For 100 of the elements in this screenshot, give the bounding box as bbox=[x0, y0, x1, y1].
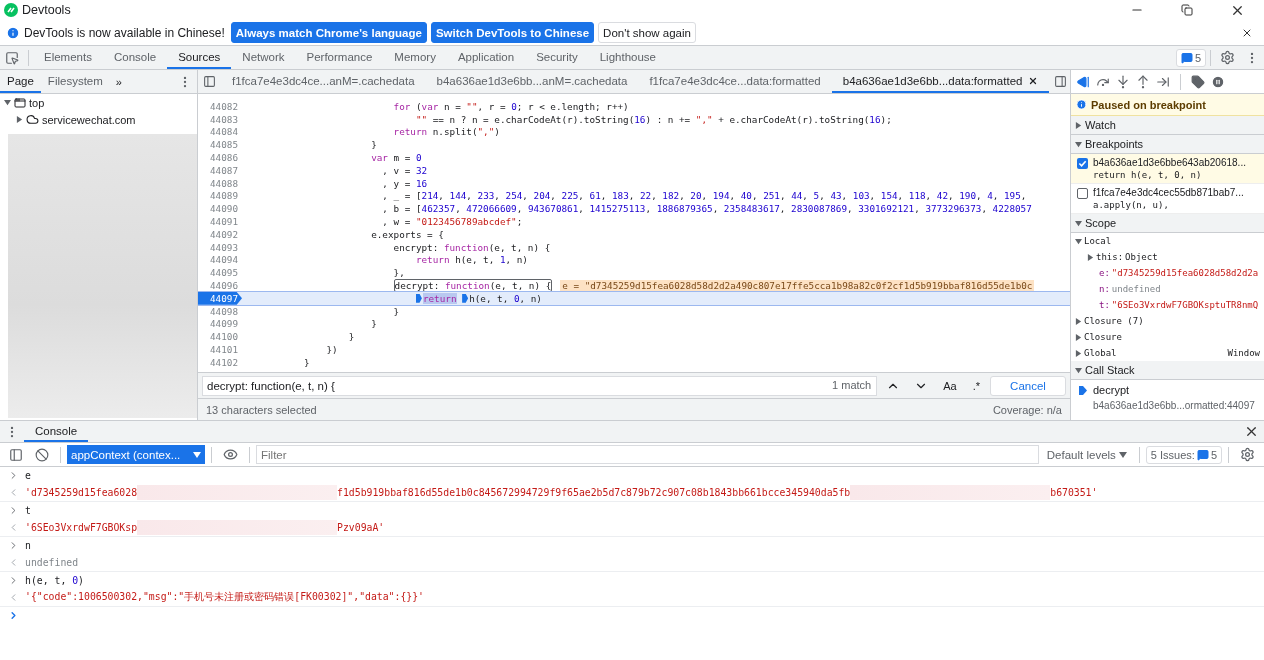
tree-item[interactable]: servicewechat.com bbox=[0, 111, 197, 128]
expanded-triangle-icon[interactable] bbox=[1075, 140, 1082, 148]
infobar-button[interactable]: Switch DevTools to Chinese bbox=[430, 22, 595, 43]
code-line: return h(e, t, 0, n) bbox=[248, 292, 542, 304]
line-number: 44082 bbox=[209, 100, 239, 113]
breakpoint-file: f1fca7e4e3dc4cec55db871bab7... bbox=[1093, 187, 1244, 198]
restore-icon[interactable] bbox=[1181, 4, 1193, 16]
issues-badge[interactable]: 5 bbox=[1175, 48, 1206, 67]
navigator-tab[interactable]: Filesystem bbox=[40, 70, 110, 93]
issues-button[interactable]: 5 Issues: 5 bbox=[1145, 445, 1222, 464]
scope-variable[interactable]: e: "d7345259d15fea6028d58d2d2a bbox=[1071, 265, 1264, 281]
collapsed-triangle-icon[interactable] bbox=[1075, 317, 1082, 325]
collapsed-triangle-icon[interactable] bbox=[1087, 253, 1094, 261]
expanded-triangle-icon[interactable] bbox=[1075, 237, 1082, 245]
collapsed-triangle-icon[interactable] bbox=[16, 116, 23, 123]
tree-item[interactable]: top bbox=[0, 94, 197, 111]
line-number: 44101 bbox=[209, 343, 239, 356]
deactivate-breakpoints-icon[interactable] bbox=[1191, 74, 1205, 89]
more-tabs-button[interactable]: » bbox=[109, 75, 128, 88]
step-out-icon[interactable] bbox=[1136, 74, 1150, 89]
filter-field[interactable]: Filter bbox=[256, 445, 1039, 464]
context-select[interactable]: appContext (contex... bbox=[67, 445, 205, 464]
prompt-icon[interactable] bbox=[8, 610, 19, 622]
code-line: } bbox=[392, 305, 400, 317]
result-text: '{"code":1006500302,"msg":"手机号未注册或密码错误[FK00302]","data":{}}' bbox=[25, 591, 424, 605]
code-line: } bbox=[347, 331, 355, 343]
pause-icon[interactable] bbox=[1211, 74, 1225, 89]
panel-tab[interactable]: Memory bbox=[383, 46, 447, 69]
panel-tab[interactable]: Network bbox=[231, 46, 296, 69]
expanded-triangle-icon[interactable] bbox=[1075, 366, 1082, 374]
checkbox[interactable] bbox=[1077, 188, 1088, 199]
paused-message: Paused on breakpoint bbox=[1091, 98, 1206, 111]
navigator-tab[interactable]: Page bbox=[0, 70, 41, 93]
code-line: , y = 16 bbox=[381, 177, 428, 189]
scope-variable[interactable]: t: "6SEo3VxrdwF7GBOKsptuTR8nmQ bbox=[1071, 297, 1264, 313]
panel-tab[interactable]: Lighthouse bbox=[588, 46, 667, 69]
result-text: '6SEo3VxrdwF7GBOKsp Pzv09aA' bbox=[25, 520, 385, 536]
regex-button[interactable]: .* bbox=[966, 379, 986, 392]
command-text: t bbox=[25, 505, 31, 517]
section-header[interactable]: Breakpoints bbox=[1071, 135, 1264, 154]
line-number: 44083 bbox=[209, 112, 239, 126]
frame-location: b4a636ae1d3e6bb...ormatted:44097 bbox=[1092, 400, 1256, 411]
call-frame[interactable]: decrypt bbox=[1075, 382, 1260, 398]
breakpoint-file: b4a636ae1d3e6bbe643ab20618... bbox=[1093, 157, 1246, 168]
section-header[interactable]: Call Stack bbox=[1071, 361, 1264, 380]
section-header[interactable]: Watch bbox=[1071, 116, 1264, 135]
line-number: 44095 bbox=[209, 266, 239, 280]
message-icon bbox=[1196, 448, 1209, 461]
expanded-triangle-icon[interactable] bbox=[4, 99, 11, 106]
code-line: } bbox=[370, 139, 377, 151]
scope-variable[interactable]: this: Object bbox=[1071, 249, 1264, 265]
collapsed-triangle-icon[interactable] bbox=[1075, 349, 1082, 357]
logo-icon bbox=[4, 3, 18, 17]
dropdown-arrow-icon bbox=[1118, 451, 1127, 458]
scope-item[interactable]: Closure (7) bbox=[1071, 313, 1264, 329]
cancel-button[interactable]: Cancel bbox=[990, 375, 1066, 396]
window-icon bbox=[14, 96, 26, 109]
infobar-button[interactable]: Always match Chrome's language bbox=[230, 22, 427, 43]
collapsed-triangle-icon[interactable] bbox=[1075, 333, 1082, 341]
step-icon[interactable] bbox=[1156, 74, 1170, 89]
checkbox[interactable] bbox=[1077, 158, 1088, 169]
command-text: e bbox=[25, 470, 31, 482]
line-number: 44085 bbox=[209, 138, 239, 152]
code-line: }) bbox=[325, 344, 338, 356]
message-icon bbox=[1180, 51, 1193, 64]
line-number: 44086 bbox=[209, 151, 239, 164]
panel-tab[interactable]: Security bbox=[525, 46, 589, 69]
code-line: for (var n = "", r = 0; r < e.length; r++) bbox=[392, 100, 629, 112]
line-number: 44088 bbox=[209, 176, 239, 190]
step-into-icon[interactable] bbox=[1116, 74, 1130, 89]
line-number: 44098 bbox=[209, 304, 239, 318]
panel-tab[interactable]: Elements bbox=[33, 46, 103, 69]
panel-tab[interactable]: Performance bbox=[295, 46, 384, 69]
levels-dropdown[interactable]: Default levels bbox=[1040, 447, 1133, 462]
file-tab[interactable]: b4a636ae1d3e6bb...data:formatted bbox=[831, 70, 1050, 93]
close-icon[interactable] bbox=[1028, 75, 1039, 86]
scope-item[interactable]: Closure bbox=[1071, 329, 1264, 345]
line-number: 44090 bbox=[209, 202, 239, 216]
breakpoint-item[interactable]: b4a636ae1d3e6bbe643ab20618... return h(e, t, 0, n) bbox=[1071, 154, 1264, 184]
inline-value: e = "d7345259d15fea6028d58d2d2a490c807e17ffe5cca1b98a82c0f2cf1d5b919bbaf816d55de1b0c bbox=[560, 280, 1035, 292]
resume-icon[interactable] bbox=[1076, 74, 1090, 89]
scope-item[interactable]: Global Window bbox=[1071, 345, 1264, 361]
panel-tab[interactable]: Console bbox=[102, 46, 168, 69]
drawer-tab[interactable]: Console bbox=[24, 421, 89, 442]
infobar-button[interactable]: Don't show again bbox=[598, 22, 696, 43]
scope-variable[interactable]: n: undefined bbox=[1071, 281, 1264, 297]
scope-item[interactable]: Local bbox=[1071, 233, 1264, 249]
code-line: }, bbox=[392, 267, 405, 279]
file-tab[interactable]: f1fca7e4e3dc4ce...anM=.cachedata bbox=[221, 70, 426, 93]
panel-tab[interactable]: Application bbox=[446, 46, 526, 69]
line-number: 44089 bbox=[209, 189, 239, 203]
collapsed-triangle-icon[interactable] bbox=[1075, 121, 1082, 129]
line-number: 44093 bbox=[209, 240, 239, 254]
section-header[interactable]: Scope bbox=[1071, 214, 1264, 233]
expanded-triangle-icon[interactable] bbox=[1075, 219, 1082, 227]
line-number: 44087 bbox=[209, 164, 239, 177]
match-case-button[interactable]: Aa bbox=[937, 379, 963, 392]
file-tab[interactable]: b4a636ae1d3e6bb...anM=.cachedata bbox=[425, 70, 639, 93]
code-line: } bbox=[370, 318, 377, 330]
file-tab[interactable]: f1fca7e4e3dc4ce...data:formatted bbox=[638, 70, 832, 93]
